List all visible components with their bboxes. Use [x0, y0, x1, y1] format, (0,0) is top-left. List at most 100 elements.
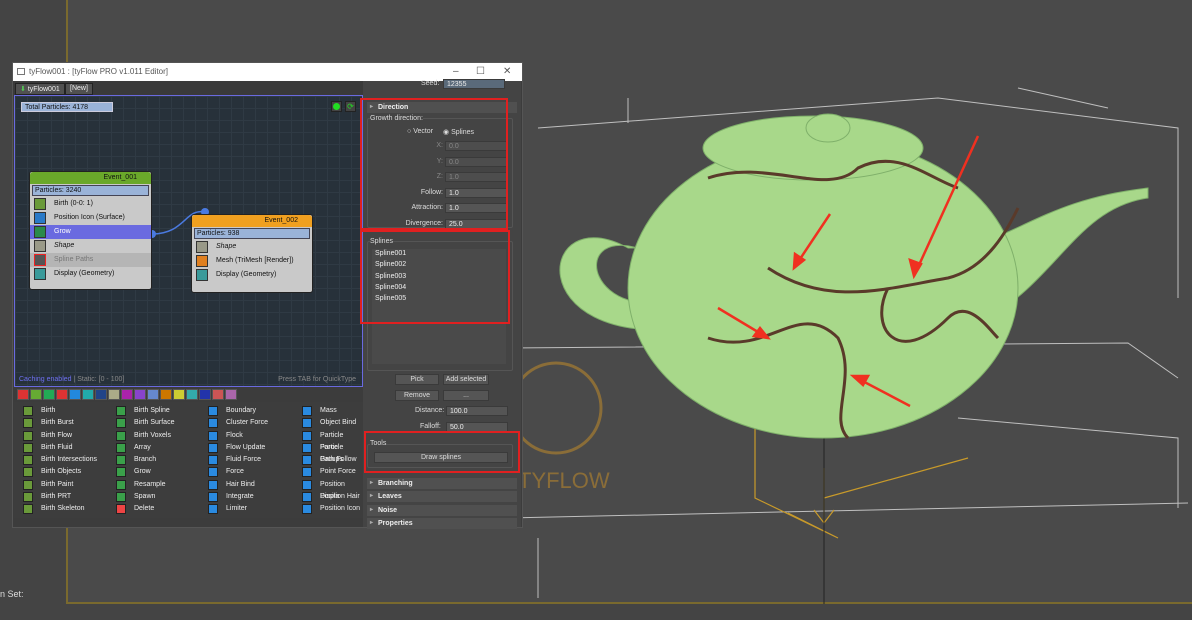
- operator-item[interactable]: Point Force: [296, 466, 363, 478]
- operator-item[interactable]: Mass: [296, 405, 363, 417]
- operator-icon: [208, 418, 218, 429]
- operator-item[interactable]: Force: [202, 466, 268, 478]
- rollout-properties[interactable]: Properties: [367, 518, 517, 529]
- falloff-label: Falloff:: [420, 423, 441, 430]
- quicktype-hint: Press TAB for QuickType: [278, 376, 356, 383]
- operator-item[interactable]: Birth: [17, 405, 97, 417]
- event-node-event-002[interactable]: Event_002 Particles: 938 Shape Mesh (Tri…: [191, 214, 313, 293]
- tab-tyflow001[interactable]: ⬇ tyFlow001: [15, 83, 65, 95]
- operator-item[interactable]: Grow: [110, 466, 174, 478]
- operator-column: Mass Object Bind Particle Force Particle Gr…: [296, 405, 363, 516]
- operator-category-icon[interactable]: [186, 389, 198, 400]
- operator-item[interactable]: Birth Objects: [17, 466, 97, 478]
- operator-item[interactable]: Position Displa: [296, 479, 363, 500]
- operator-item[interactable]: Cluster Force: [202, 417, 268, 429]
- operator-item[interactable]: Resample: [110, 479, 174, 491]
- operator-item[interactable]: Flow Update: [202, 442, 268, 454]
- operator-item[interactable]: Birth Intersections: [17, 454, 97, 466]
- remove-button[interactable]: Remove: [395, 390, 439, 401]
- tab-new[interactable]: [New]: [65, 83, 93, 95]
- operator-item[interactable]: Delete: [110, 503, 174, 515]
- operator-category-icon[interactable]: [199, 389, 211, 400]
- maximize-button[interactable]: ☐: [476, 66, 485, 77]
- operator-column: Boundary Cluster Force Flock Flow Update Flu…: [202, 405, 268, 516]
- operator-item[interactable]: Hair Bind: [202, 479, 268, 491]
- operator-category-icon[interactable]: [43, 389, 55, 400]
- operator-icon: [302, 479, 312, 490]
- more-button[interactable]: ...: [443, 390, 489, 401]
- operator-item[interactable]: Path Follow: [296, 454, 363, 466]
- operator-icon: [208, 504, 218, 515]
- operator-item[interactable]: Birth PRT: [17, 491, 97, 503]
- operator-item[interactable]: Birth Surface: [110, 417, 174, 429]
- operator-item[interactable]: Limiter: [202, 503, 268, 515]
- operator-item[interactable]: Birth Voxels: [110, 430, 174, 442]
- operator-item[interactable]: Fluid Force: [202, 454, 268, 466]
- operator-item[interactable]: Branch: [110, 454, 174, 466]
- operator-item[interactable]: Position Icon: [296, 503, 363, 515]
- operator-label: Birth Spline: [134, 407, 170, 414]
- operator-label: Birth: [41, 407, 56, 414]
- seed-field[interactable]: 12355: [443, 79, 505, 89]
- operator-item[interactable]: Birth Paint: [17, 479, 97, 491]
- operator-category-icon[interactable]: [82, 389, 94, 400]
- operator-category-icon[interactable]: [56, 389, 68, 400]
- operator-display[interactable]: Display (Geometry): [30, 267, 151, 281]
- event-node-event-001[interactable]: Event_001 Particles: 3240 Birth (0-0: 1)…: [29, 171, 152, 290]
- flow-tabs: ⬇ tyFlow001 [New]: [13, 81, 363, 95]
- operator-category-icon[interactable]: [212, 389, 224, 400]
- operator-category-icon[interactable]: [69, 389, 81, 400]
- operator-item[interactable]: Particle Groups: [296, 442, 363, 463]
- operator-item[interactable]: Birth Spline: [110, 405, 174, 417]
- tab-label: tyFlow001: [27, 86, 60, 93]
- operator-mesh[interactable]: Mesh (TriMesh [Render]): [192, 254, 312, 268]
- operator-category-icon[interactable]: [121, 389, 133, 400]
- operator-spline-paths[interactable]: Spline Paths: [30, 253, 151, 267]
- rollout-leaves[interactable]: Leaves: [367, 491, 517, 502]
- operator-position-icon[interactable]: Position Icon (Surface): [30, 211, 151, 225]
- operator-display[interactable]: Display (Geometry): [192, 268, 312, 282]
- operator-category-icon[interactable]: [160, 389, 172, 400]
- flow-graph-canvas[interactable]: Total Particles: 4178 ⟳ Event_001 Partic…: [14, 95, 363, 387]
- rollout-noise[interactable]: Noise: [367, 505, 517, 516]
- operator-icon: [208, 406, 218, 416]
- pick-button[interactable]: Pick: [395, 374, 439, 385]
- operator-category-icon[interactable]: [147, 389, 159, 400]
- minimize-button[interactable]: –: [453, 66, 459, 77]
- operator-item[interactable]: Spawn: [110, 491, 174, 503]
- operator-item[interactable]: Birth Flow: [17, 430, 97, 442]
- operator-item[interactable]: Array: [110, 442, 174, 454]
- close-button[interactable]: ✕: [503, 66, 511, 77]
- operator-label: Force: [226, 468, 244, 476]
- operator-item[interactable]: Boundary: [202, 405, 268, 417]
- operator-item[interactable]: Integrate: [202, 491, 268, 503]
- distance-field[interactable]: 100.0: [446, 406, 508, 416]
- operator-label: Birth Voxels: [134, 431, 171, 439]
- operator-label: Birth Objects: [41, 468, 82, 476]
- event-particles: Particles: 3240: [32, 185, 149, 196]
- operator-category-icon[interactable]: [134, 389, 146, 400]
- operator-category-icon[interactable]: [108, 389, 120, 400]
- operator-item[interactable]: Particle Force: [296, 430, 363, 451]
- operator-shape[interactable]: Shape: [30, 239, 151, 253]
- operator-birth[interactable]: Birth (0-0: 1): [30, 197, 151, 211]
- operator-category-icon[interactable]: [17, 389, 29, 400]
- operator-item[interactable]: Birth Fluid: [17, 442, 97, 454]
- rollout-branching[interactable]: Branching: [367, 478, 517, 489]
- operator-item[interactable]: Birth Skeleton: [17, 503, 97, 515]
- operator-column: Birth Birth Burst Birth Flow Birth Fluid Bir…: [17, 405, 97, 516]
- operator-label: Grow: [134, 468, 151, 476]
- operator-item[interactable]: Position Hair: [296, 491, 363, 503]
- operator-shape[interactable]: Shape: [192, 240, 312, 254]
- operator-item[interactable]: Flock: [202, 430, 268, 442]
- add-selected-button[interactable]: Add selected: [443, 374, 489, 385]
- operator-category-icon[interactable]: [173, 389, 185, 400]
- operator-icon: [116, 479, 126, 490]
- operator-item[interactable]: Birth Burst: [17, 417, 97, 429]
- operator-icon: [208, 479, 218, 490]
- operator-grow[interactable]: Grow: [30, 225, 151, 239]
- operator-category-icon[interactable]: [95, 389, 107, 400]
- operator-category-icon[interactable]: [30, 389, 42, 400]
- operator-category-icon[interactable]: [225, 389, 237, 400]
- operator-item[interactable]: Object Bind: [296, 417, 363, 429]
